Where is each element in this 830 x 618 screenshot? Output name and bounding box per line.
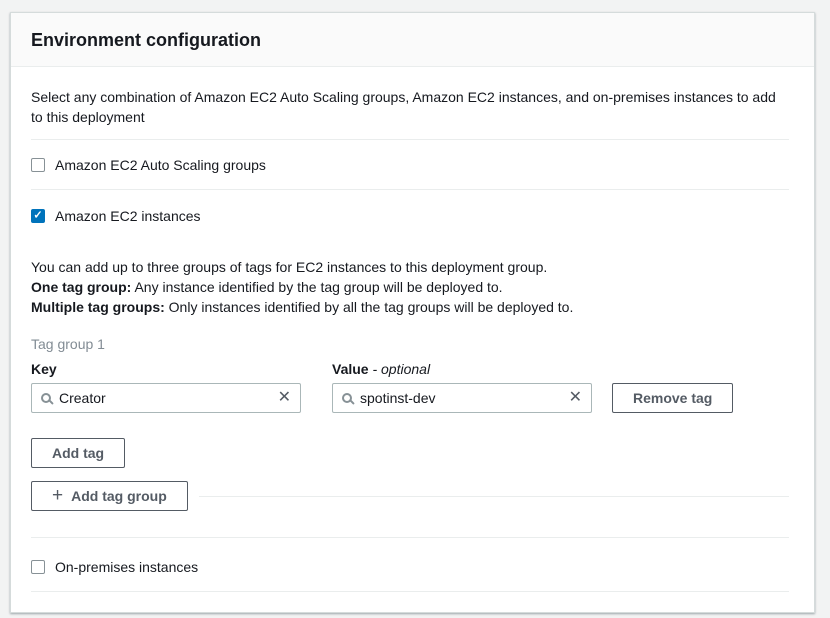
auto-scaling-groups-checkbox[interactable]	[31, 158, 45, 172]
horizontal-rule	[199, 496, 789, 497]
key-input[interactable]	[55, 390, 278, 406]
clear-icon[interactable]: ✕	[278, 390, 291, 406]
value-search-box: ✕	[332, 383, 592, 413]
tag-help-line3-bold: Multiple tag groups:	[31, 299, 165, 315]
value-label-text: Value	[332, 361, 372, 377]
tag-group-title: Tag group 1	[31, 336, 789, 352]
remove-tag-button[interactable]: Remove tag	[612, 383, 733, 413]
tag-help-line3: Multiple tag groups: Only instances iden…	[31, 297, 789, 317]
checkbox-row-on-premises[interactable]: On-premises instances	[31, 559, 789, 575]
key-label: Key	[31, 361, 301, 377]
auto-scaling-groups-label: Amazon EC2 Auto Scaling groups	[55, 157, 266, 173]
checkbox-row-ec2-instances[interactable]: ✓ Amazon EC2 instances	[31, 208, 789, 224]
add-tag-group-label: Add tag group	[71, 488, 167, 504]
clear-icon[interactable]: ✕	[569, 390, 582, 406]
plus-icon: +	[52, 486, 63, 505]
key-field-group: Key ✕	[31, 361, 301, 413]
check-icon: ✓	[33, 210, 42, 221]
add-tag-group-button[interactable]: + Add tag group	[31, 481, 188, 511]
divider	[31, 189, 789, 190]
on-premises-label: On-premises instances	[55, 559, 198, 575]
ec2-instances-checkbox[interactable]: ✓	[31, 209, 45, 223]
value-input[interactable]	[356, 390, 569, 406]
panel-title: Environment configuration	[31, 30, 794, 51]
on-premises-checkbox[interactable]	[31, 560, 45, 574]
search-icon	[342, 393, 352, 403]
add-tag-group-row: + Add tag group	[31, 481, 789, 511]
key-search-box: ✕	[31, 383, 301, 413]
checkbox-row-auto-scaling-groups[interactable]: Amazon EC2 Auto Scaling groups	[31, 157, 789, 173]
ec2-instances-label: Amazon EC2 instances	[55, 208, 201, 224]
divider	[31, 537, 789, 538]
divider	[31, 139, 789, 140]
panel-header: Environment configuration	[11, 13, 814, 67]
environment-configuration-panel: Environment configuration Select any com…	[10, 12, 815, 613]
tag-help-line2: One tag group: Any instance identified b…	[31, 277, 789, 297]
search-icon	[41, 393, 51, 403]
divider	[31, 591, 789, 592]
value-optional-text: - optional	[372, 361, 430, 377]
tag-fields-row: Key ✕ Value - optional ✕ Remove tag	[31, 361, 789, 413]
add-tag-button[interactable]: Add tag	[31, 438, 125, 468]
value-field-group: Value - optional ✕	[332, 361, 592, 413]
tag-help-line1: You can add up to three groups of tags f…	[31, 257, 789, 277]
tag-help-line2-rest: Any instance identified by the tag group…	[131, 279, 502, 295]
panel-description: Select any combination of Amazon EC2 Aut…	[31, 87, 789, 127]
tag-help-line3-rest: Only instances identified by all the tag…	[165, 299, 574, 315]
value-label: Value - optional	[332, 361, 592, 377]
panel-body: Select any combination of Amazon EC2 Aut…	[11, 67, 814, 612]
tag-groups-help-text: You can add up to three groups of tags f…	[31, 257, 789, 317]
tag-help-line2-bold: One tag group:	[31, 279, 131, 295]
